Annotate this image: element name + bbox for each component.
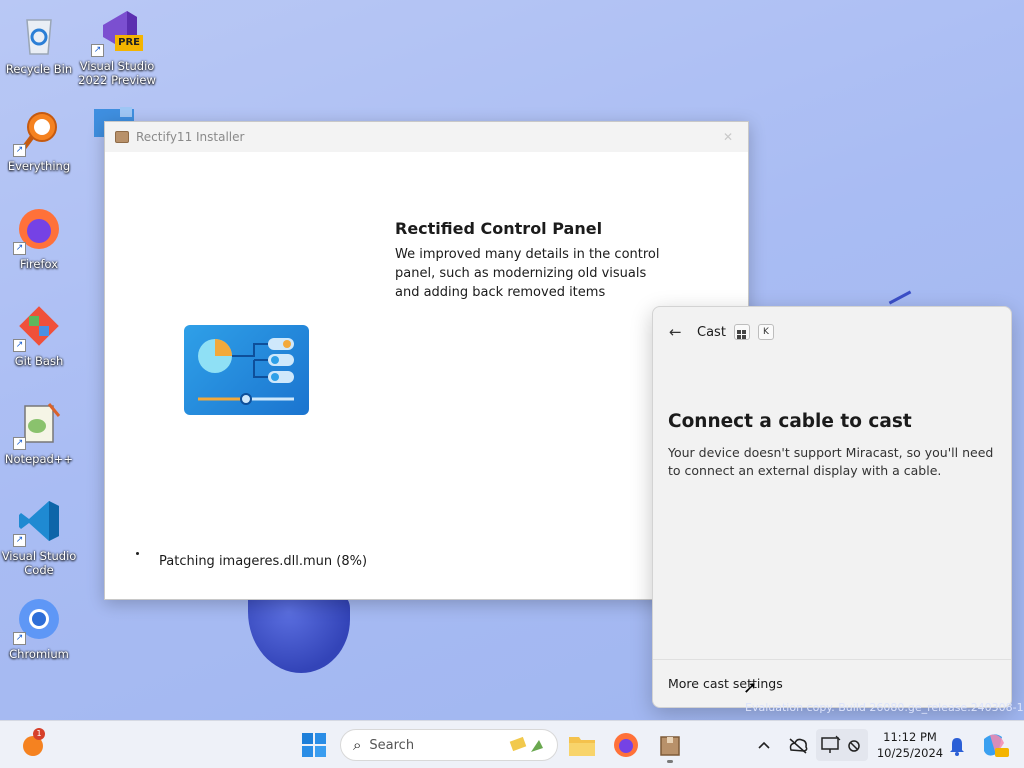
desktop-icon-firefox[interactable]: ↗ Firefox: [0, 205, 78, 271]
cast-description: Your device doesn't support Miracast, so…: [668, 445, 994, 478]
windows-key-icon: [733, 324, 750, 340]
search-highlight-icon: [509, 736, 543, 752]
notepad-plus-plus-icon: ↗: [13, 400, 63, 450]
desktop-icon-everything[interactable]: ↗ Everything: [0, 107, 78, 173]
desktop-icon-label: Git Bash: [14, 354, 64, 368]
vscode-icon: ↗: [13, 497, 63, 547]
start-button[interactable]: [298, 729, 330, 761]
recycle-bin-icon: [15, 10, 63, 58]
shortcut-arrow-icon: ↗: [13, 339, 26, 352]
installer-title: Rectify11 Installer: [136, 130, 245, 144]
desktop-icon-notepad-plus-plus[interactable]: ↗ Notepad++: [0, 400, 78, 466]
evaluation-watermark: Evaluation copy. Build 26080.ge_release.…: [745, 701, 1024, 714]
firefox-taskbar-icon[interactable]: [610, 729, 642, 761]
progress-spinner: [136, 552, 139, 555]
desktop-icon-label: Chromium: [9, 647, 69, 661]
more-cast-settings-link[interactable]: More cast settings: [653, 659, 1011, 707]
shortcut-key-k: K: [757, 324, 774, 340]
cast-flyout: ← Cast K Connect a cable to cast Your de…: [652, 306, 1012, 708]
desktop-icon-visual-studio[interactable]: PRE ↗ Visual Studio 2022 Preview: [78, 7, 156, 87]
wallpaper-streak: [888, 290, 912, 305]
shortcut-arrow-icon: ↗: [13, 437, 26, 450]
shortcut-arrow-icon: ↗: [13, 144, 26, 157]
running-indicator: [667, 760, 673, 763]
clock-time: 11:12 PM: [883, 730, 937, 744]
firefox-icon: ↗: [13, 205, 63, 255]
clock-date: 10/25/2024: [876, 746, 944, 760]
network-volume-tray[interactable]: [816, 729, 868, 761]
search-icon: ⌕: [353, 736, 362, 754]
chromium-icon: ↗: [13, 595, 63, 645]
desktop-icon-label: Firefox: [19, 257, 59, 271]
desktop-icon-label: Notepad++: [4, 452, 74, 466]
installer-taskbar-icon[interactable]: [654, 729, 686, 763]
shortcut-arrow-icon: ↗: [91, 44, 104, 57]
feature-description: We improved many details in the control …: [395, 247, 660, 300]
desktop-icon-vscode[interactable]: ↗ Visual Studio Code: [0, 497, 78, 577]
copilot-icon[interactable]: [978, 729, 1010, 761]
notification-bell-icon[interactable]: [946, 729, 968, 761]
control-panel-illustration-icon: [184, 325, 309, 415]
file-explorer-icon[interactable]: [566, 729, 598, 761]
shortcut-arrow-icon: ↗: [13, 632, 26, 645]
show-hidden-icons-chevron-icon[interactable]: [752, 729, 776, 761]
cast-header-label: Cast: [697, 324, 726, 340]
feature-title: Rectified Control Panel: [395, 219, 603, 238]
desktop-icon-recycle-bin[interactable]: Recycle Bin: [0, 10, 78, 76]
system-clock[interactable]: 11:12 PM 10/25/2024: [872, 729, 948, 761]
desktop-icon-label: Visual Studio Code: [1, 549, 77, 577]
patch-status: Patching imageres.dll.mun (8%): [159, 554, 368, 569]
desktop-icon-chromium[interactable]: ↗ Chromium: [0, 595, 78, 661]
desktop-icon-label: Everything: [7, 159, 71, 173]
taskbar: 1 ⌕ Search 11:12 PM 10/25/2024: [0, 720, 1024, 768]
notification-badge: 1: [33, 728, 45, 740]
onedrive-offline-icon[interactable]: [786, 729, 810, 761]
installer-titlebar[interactable]: Rectify11 Installer ✕: [105, 122, 748, 152]
visual-studio-icon: PRE ↗: [91, 7, 143, 57]
git-icon: ↗: [13, 302, 63, 352]
cast-title: Connect a cable to cast: [668, 411, 912, 432]
installer-app-icon: [115, 131, 129, 143]
taskbar-search[interactable]: ⌕ Search: [340, 729, 558, 761]
close-button[interactable]: ✕: [708, 122, 748, 152]
mouse-cursor-icon: ➚: [743, 678, 758, 698]
everything-icon: ↗: [13, 107, 63, 157]
shortcut-arrow-icon: ↗: [13, 534, 26, 547]
desktop-icon-label: Recycle Bin: [5, 62, 73, 76]
shortcut-arrow-icon: ↗: [13, 242, 26, 255]
search-placeholder: Search: [369, 737, 415, 753]
preview-badge: PRE: [115, 35, 143, 51]
weather-widget-icon[interactable]: 1: [18, 728, 50, 761]
desktop-icon-git-bash[interactable]: ↗ Git Bash: [0, 302, 78, 368]
back-arrow-icon[interactable]: ←: [669, 323, 689, 341]
desktop-icon-label: Visual Studio 2022 Preview: [78, 59, 156, 87]
